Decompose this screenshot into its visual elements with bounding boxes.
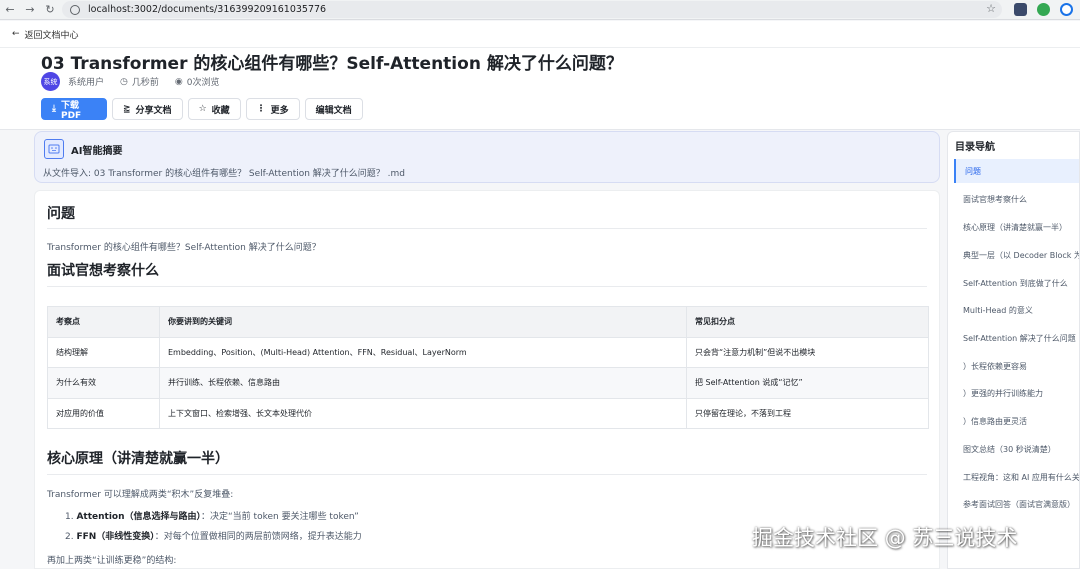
table-cell: 为什么有效	[47, 367, 160, 399]
toc-item[interactable]: ）信息路由更灵活	[954, 409, 1079, 433]
list-item: 1. Attention（信息选择与路由）：决定“当前 token 要关注哪些 …	[65, 512, 359, 522]
favorite-label: 收藏	[211, 105, 230, 116]
toc-item[interactable]: 面试官想考察什么	[954, 187, 1079, 211]
share-button[interactable]: ⪎ 分享文档	[112, 98, 183, 120]
eye-icon: ◉	[174, 76, 183, 87]
toc-item[interactable]: Self-Attention 到底做了什么	[954, 271, 1079, 295]
table-cell: 只会背“注意力机制”但说不出模块	[686, 336, 929, 368]
table-row: 结构理解 Embedding、Position、(Multi-Head) Att…	[47, 336, 929, 368]
list-item-text: ：决定“当前 token 要关注哪些 token”	[201, 512, 359, 522]
paragraph-more: 再加上两类“让训练更稳”的结构:	[47, 556, 177, 566]
list-item-bold: FFN（非线性变换）	[76, 532, 155, 542]
paragraph-core: Transformer 可以理解成两类“积木”反复堆叠:	[47, 490, 234, 500]
table-cell: Embedding、Position、(Multi-Head) Attentio…	[159, 336, 687, 368]
divider	[47, 286, 927, 287]
bookmark-star-icon[interactable]: ☆	[986, 2, 996, 15]
share-label: 分享文档	[135, 105, 172, 116]
more-label: 更多	[270, 105, 289, 116]
toc-item[interactable]: ）更强的并行训练能力	[954, 381, 1079, 405]
forward-arrow-icon[interactable]: →	[20, 0, 40, 20]
list-item: 2. FFN（非线性变换）：对每个位置做相同的两层前馈网络，提升表达能力	[65, 532, 362, 542]
view-count-text: 0次浏览	[186, 78, 220, 88]
table-row: 为什么有效 并行训练、长程依赖、信息路由 把 Self-Attention 说成…	[47, 367, 929, 399]
edit-document-button[interactable]: 编辑文档	[304, 98, 363, 120]
table-row: 对应用的价值 上下文窗口、检索增强、长文本处理代价 只停留在理论，不落到工程	[47, 397, 929, 429]
document-header: 03 Transformer 的核心组件有哪些？Self-Attention 解…	[0, 48, 1080, 130]
toc-item[interactable]: ）长程依赖更容易	[954, 354, 1079, 378]
toc-item[interactable]: Self-Attention 解决了什么问题	[954, 326, 1079, 350]
toc-item[interactable]: 问题	[954, 159, 1079, 183]
ai-summary-card: AI智能摘要 从文件导入: 03 Transformer 的核心组件有哪些？ S…	[34, 131, 940, 183]
view-count: ◉ 0次浏览	[174, 75, 220, 89]
url-text: localhost:3002/documents/316399209161035…	[88, 4, 327, 15]
table-header: 你要讲到的关键词	[159, 306, 687, 338]
document-actions: ⤓ 下载PDF ⪎ 分享文档 ☆ 收藏 ⋮ 更多 编辑文档	[41, 98, 363, 121]
site-info-icon[interactable]	[70, 4, 80, 15]
extension-link-icon[interactable]	[1060, 3, 1073, 16]
paragraph-problem: Transformer 的核心组件有哪些？Self-Attention 解决了什…	[47, 243, 321, 253]
reload-icon[interactable]: ↻	[40, 0, 60, 20]
arrow-left-icon: ←	[12, 29, 20, 39]
more-button[interactable]: ⋮ 更多	[245, 98, 300, 120]
top-bar: ← 返回文档中心	[0, 21, 1080, 48]
back-label: 返回文档中心	[24, 30, 79, 41]
more-vertical-icon: ⋮	[256, 104, 266, 114]
browser-toolbar: ← → ↻ localhost:3002/documents/316399209…	[0, 0, 1080, 20]
ai-summary-title: AI智能摘要	[71, 146, 123, 157]
edit-label: 编辑文档	[315, 105, 352, 116]
toc-item[interactable]: 参考面试回答（面试官满意版）	[954, 492, 1079, 516]
robot-icon	[44, 139, 64, 159]
table-cell: 只停留在理论，不落到工程	[686, 397, 929, 429]
table-header-row: 考察点 你要讲到的关键词 常见扣分点	[47, 306, 929, 338]
heading-problem: 问题	[47, 206, 75, 222]
page-title: 03 Transformer 的核心组件有哪些？Self-Attention 解…	[41, 54, 623, 74]
toc-panel: 目录导航 问题 面试官想考察什么 核心原理（讲清楚就赢一半） 典型一层（以 De…	[947, 131, 1080, 569]
toc-item[interactable]: Multi-Head 的意义	[954, 298, 1079, 322]
extension-icon[interactable]	[1014, 3, 1027, 16]
table-header: 考察点	[47, 306, 160, 338]
toc-item[interactable]: 工程视角：这和 AI 应用有什么关	[954, 465, 1079, 489]
clock-icon: ◷	[120, 76, 128, 87]
download-pdf-label: 下载PDF	[60, 100, 82, 121]
document-content: 问题 Transformer 的核心组件有哪些？Self-Attention 解…	[34, 190, 940, 569]
updated-time: ◷ 几秒前	[120, 75, 159, 89]
back-arrow-icon[interactable]: ←	[0, 0, 20, 20]
document-meta: 系统 系统用户 ◷ 几秒前 ◉ 0次浏览	[41, 72, 227, 91]
favorite-button[interactable]: ☆ 收藏	[187, 98, 241, 120]
toc-item[interactable]: 图文总结（30 秒说清楚）	[954, 437, 1079, 461]
list-item-text: ：对每个位置做相同的两层前馈网络，提升表达能力	[154, 532, 362, 542]
table-header: 常见扣分点	[686, 306, 929, 338]
author-name: 系统用户	[68, 78, 105, 88]
heading-core: 核心原理（讲清楚就赢一半）	[47, 451, 229, 467]
download-pdf-button[interactable]: ⤓ 下载PDF	[41, 98, 107, 121]
table-cell: 并行训练、长程依赖、信息路由	[159, 367, 687, 399]
ai-summary-text: 从文件导入: 03 Transformer 的核心组件有哪些？ Self-Att…	[43, 169, 406, 179]
table-cell: 上下文窗口、检索增强、长文本处理代价	[159, 397, 687, 429]
updated-time-text: 几秒前	[131, 78, 159, 88]
table-cell: 把 Self-Attention 说成“记忆”	[686, 367, 929, 399]
list-item-bold: Attention（信息选择与路由）	[76, 512, 202, 522]
heading-interviewer: 面试官想考察什么	[47, 263, 159, 279]
table-cell: 结构理解	[47, 336, 160, 368]
share-icon: ⪎	[123, 104, 131, 114]
back-to-docs-link[interactable]: ← 返回文档中心	[12, 28, 79, 41]
avatar: 系统	[41, 72, 60, 91]
toc-title: 目录导航	[955, 142, 995, 153]
interview-table: 考察点 你要讲到的关键词 常见扣分点 结构理解 Embedding、Positi…	[47, 306, 929, 429]
divider	[47, 474, 927, 475]
address-bar[interactable]: localhost:3002/documents/316399209161035…	[62, 1, 1002, 18]
table-cell: 对应用的价值	[47, 397, 160, 429]
star-icon: ☆	[198, 104, 207, 114]
download-icon: ⤓	[52, 104, 56, 114]
toc-item[interactable]: 典型一层（以 Decoder Block 为	[954, 243, 1079, 267]
toc-item[interactable]: 核心原理（讲清楚就赢一半）	[954, 215, 1079, 239]
extension-shield-icon[interactable]	[1037, 3, 1050, 16]
watermark-text: 掘金技术社区 @ 苏三说技术	[752, 526, 1018, 550]
divider	[47, 228, 927, 229]
